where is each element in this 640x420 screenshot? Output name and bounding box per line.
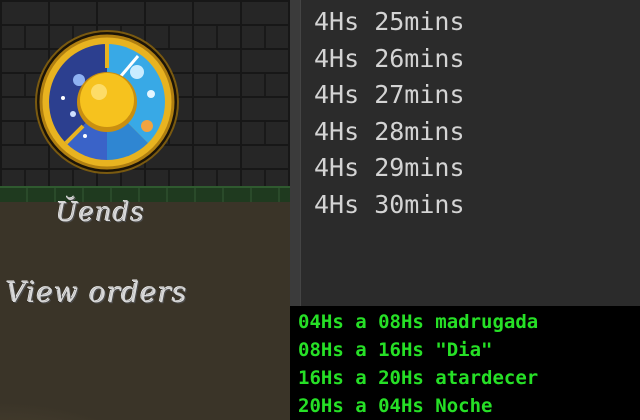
game-viewport: Ŭends View orders xyxy=(0,0,290,420)
editor-line: 4Hs 26mins xyxy=(314,43,465,73)
terminal-line: 08Hs a 16Hs "Dia" xyxy=(298,339,493,361)
terminal-line: 04Hs a 08Hs madrugada xyxy=(298,311,539,333)
editor-line: 4Hs 25mins xyxy=(314,7,465,36)
editor-line: 4Hs 28mins xyxy=(314,116,465,146)
terminal-panel: 04Hs a 08Hs madrugada 08Hs a 16Hs "Dia" … xyxy=(290,306,640,420)
lit-floor-background xyxy=(0,202,290,420)
menu-items-button[interactable]: Ŭends xyxy=(56,198,145,228)
terminal-line: 20Hs a 04Hs Noche xyxy=(298,395,493,417)
editor-line: 4Hs 29mins xyxy=(314,153,465,182)
code-editor-panel: 4Hs 25mins 4Hs 26mins 4Hs 27mins 4Hs 28m… xyxy=(290,0,640,306)
editor-gutter xyxy=(290,0,301,306)
editor-lines: 4Hs 25mins 4Hs 26mins 4Hs 27mins 4Hs 28m… xyxy=(314,4,465,223)
editor-line: 4Hs 27mins xyxy=(314,80,465,109)
terminal-lines: 04Hs a 08Hs madrugada 08Hs a 16Hs "Dia" … xyxy=(298,308,538,420)
terminal-line: 16Hs a 20Hs atardecer xyxy=(298,367,539,389)
editor-line: 4Hs 30mins xyxy=(314,189,465,219)
menu-view-orders-button[interactable]: View orders xyxy=(6,276,188,309)
day-night-clock-icon xyxy=(35,30,179,174)
